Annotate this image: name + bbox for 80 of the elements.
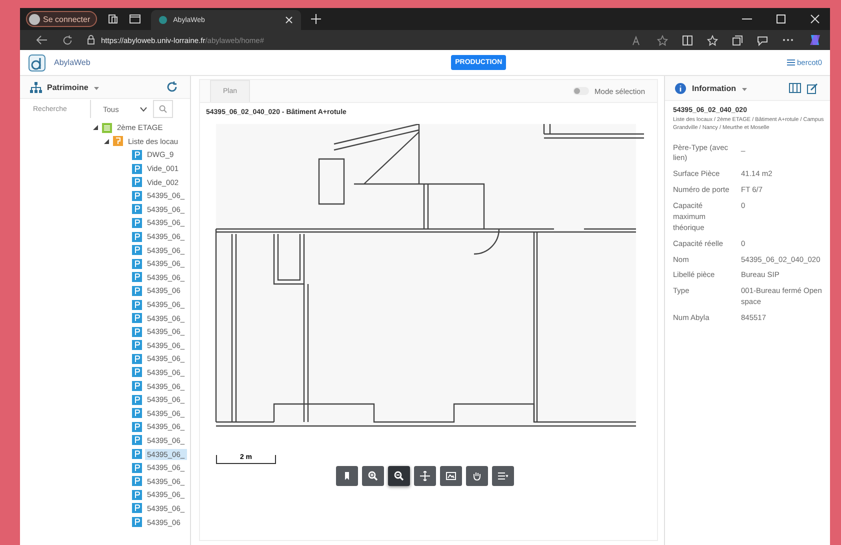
star-icon[interactable]	[657, 34, 668, 46]
profile-button[interactable]: Se connecter	[26, 11, 98, 27]
zoom-in-button[interactable]	[362, 466, 384, 486]
mode-toggle[interactable]	[572, 87, 589, 95]
refresh-icon[interactable]	[166, 81, 178, 93]
room-icon	[132, 150, 142, 160]
room-icon	[132, 218, 142, 228]
bookmark-icon	[342, 471, 352, 481]
image-button[interactable]	[440, 466, 462, 486]
room-icon	[132, 367, 142, 378]
room-icon	[132, 190, 142, 201]
more-icon[interactable]	[782, 38, 794, 42]
move-button[interactable]	[414, 466, 436, 486]
move-icon	[420, 471, 430, 481]
information-dropdown[interactable]: Information	[692, 84, 747, 92]
room-icon	[132, 517, 142, 528]
hand-button[interactable]	[466, 466, 488, 486]
room-icon	[132, 272, 142, 282]
room-icon	[132, 340, 142, 350]
room-icon	[132, 232, 142, 242]
hand-icon	[472, 471, 482, 481]
close-icon[interactable]	[285, 16, 294, 24]
room-icon	[132, 177, 142, 188]
layers-icon	[498, 471, 508, 481]
room-icon	[132, 476, 142, 486]
room-icon	[132, 245, 142, 256]
feedback-icon[interactable]	[757, 34, 768, 46]
caret-icon	[94, 86, 100, 90]
room-icon	[132, 313, 142, 324]
hierarchy-icon	[30, 82, 42, 92]
image-icon	[446, 471, 456, 481]
room-icon	[132, 490, 142, 500]
new-tab-icon[interactable]	[311, 14, 322, 24]
favicon-icon	[159, 16, 168, 24]
zoom-out-icon	[394, 471, 404, 481]
zoom-out-button[interactable]	[388, 466, 410, 486]
refresh-icon[interactable]	[62, 34, 73, 46]
lock-icon	[87, 35, 95, 45]
room-icon	[132, 394, 142, 405]
room-icon	[132, 286, 142, 296]
room-icon	[132, 204, 142, 214]
room-icon	[132, 422, 142, 432]
columns-icon[interactable]	[789, 83, 801, 93]
patrimoine-dropdown[interactable]: Patrimoine	[47, 82, 100, 92]
split-screen-icon[interactable]	[682, 34, 693, 46]
expand-toggle-icon[interactable]	[92, 125, 99, 130]
maximize-icon[interactable]	[776, 14, 786, 24]
room-icon	[132, 503, 142, 514]
bookmark-button[interactable]	[336, 466, 358, 486]
app-title: AbylaWeb	[54, 58, 90, 67]
search-button[interactable]	[153, 100, 173, 118]
expand-toggle-icon[interactable]	[103, 138, 110, 144]
copilot-icon[interactable]	[808, 33, 822, 47]
layers-button[interactable]	[492, 466, 514, 486]
logo-icon	[28, 54, 46, 72]
info-icon	[675, 82, 686, 94]
collections-icon[interactable]	[732, 34, 743, 46]
search-icon	[159, 105, 167, 113]
close-icon[interactable]	[810, 14, 820, 24]
list-icon	[113, 136, 123, 146]
room-icon	[132, 326, 142, 337]
room-icon	[132, 408, 142, 418]
caret-icon	[140, 106, 147, 112]
favorites-icon[interactable]	[707, 34, 718, 46]
workspaces-icon[interactable]	[107, 13, 120, 25]
room-icon	[132, 354, 142, 364]
back-icon[interactable]	[36, 35, 48, 45]
room-icon	[132, 258, 142, 269]
room-icon	[132, 449, 142, 460]
room-icon	[132, 164, 142, 174]
menu-icon	[786, 59, 795, 66]
tab-actions-icon[interactable]	[129, 13, 142, 25]
room-icon	[132, 300, 142, 310]
caret-icon	[742, 88, 747, 90]
room-icon	[132, 462, 142, 473]
zoom-in-icon	[368, 471, 378, 481]
room-icon	[132, 435, 142, 446]
floor-icon	[102, 122, 112, 133]
edit-icon[interactable]	[807, 82, 818, 94]
room-icon	[132, 381, 142, 392]
